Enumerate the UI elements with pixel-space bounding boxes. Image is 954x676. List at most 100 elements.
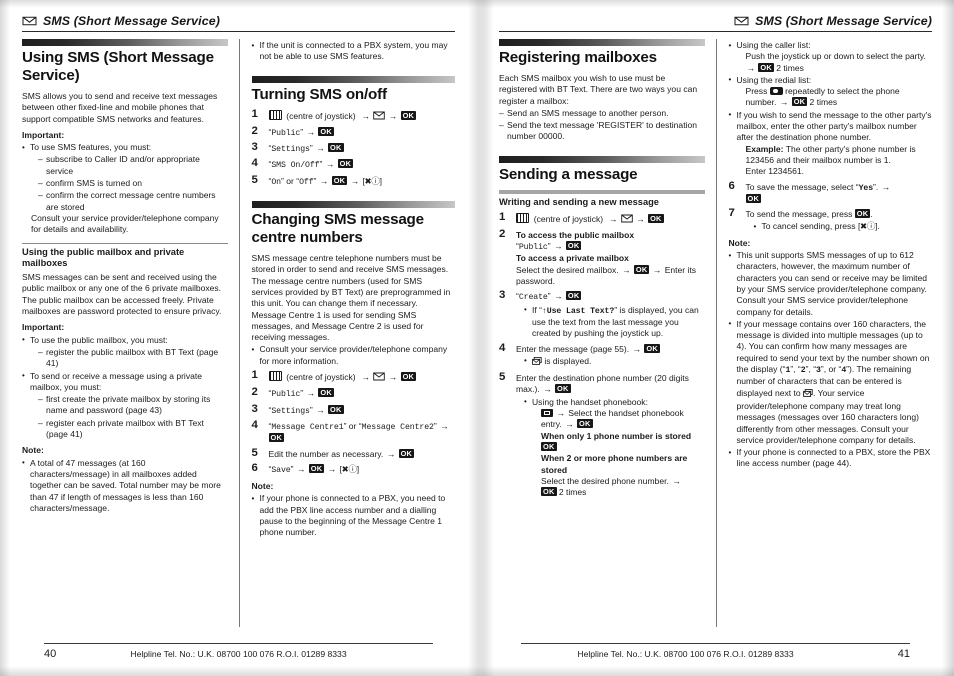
list-item: If your phone is connected to a PBX, sto…	[729, 447, 933, 470]
section-bar	[251, 75, 455, 83]
header-rule	[22, 31, 455, 32]
ok-key: OK	[565, 241, 582, 251]
cancel-bullet: To cancel sending, press [✖ⓘ].	[754, 221, 933, 233]
redial-icon	[769, 87, 783, 96]
important-bullet-list-2: To use the public mailbox, you must: reg…	[22, 334, 228, 441]
display-value: 4	[841, 366, 847, 376]
arrow-icon: →	[779, 97, 789, 108]
ok-key: OK	[398, 448, 415, 458]
menu-value: Message Centre1	[271, 422, 344, 432]
steps-changing-centre-numbers: (centre of joystick) → → OK “Public” → O…	[252, 370, 456, 476]
list-item: confirm SMS is turned on	[38, 178, 228, 190]
message-count-icon	[532, 356, 542, 369]
ok-key: OK	[541, 487, 557, 497]
ok-key: OK	[644, 343, 660, 353]
page-number: 40	[44, 648, 57, 660]
footer-helpline: Helpline Tel. No.: U.K. 08700 100 076 R.…	[130, 649, 347, 659]
body-paragraph-3: Message Centre 1 is used for sending SMS…	[251, 309, 424, 343]
page-left: SMS (Short Message Service) Using SMS (S…	[0, 0, 477, 676]
arrow-icon: →	[325, 159, 335, 170]
arrow-icon: →	[553, 241, 563, 252]
footer-helpline: Helpline Tel. No.: U.K. 08700 100 076 R.…	[577, 649, 794, 659]
register-dash-list: Send an SMS message to another person. S…	[499, 108, 705, 143]
footer-left: 40 Helpline Tel. No.: U.K. 08700 100 076…	[44, 643, 433, 660]
arrow-icon: →	[553, 291, 563, 302]
list-item: If “↑Use Last Text?” is displayed, you c…	[524, 304, 705, 340]
step-note-bullet: is displayed.	[524, 355, 705, 369]
right-page-column-1: Registering mailboxes Each SMS mailbox y…	[499, 39, 716, 627]
arrow-icon: →	[388, 372, 398, 383]
ok-key: OK	[758, 62, 774, 72]
note-bullet-list: A total of 47 messages (at 160 character…	[22, 457, 228, 514]
step-item: “SMS On/Off” → OK	[252, 158, 354, 171]
note-label: Note:	[728, 237, 751, 248]
list-item: If the unit is connected to a PBX system…	[252, 40, 456, 63]
menu-value: Public	[271, 390, 301, 400]
subsection-rule	[22, 242, 228, 244]
section-bar	[499, 39, 705, 46]
arrow-icon: →	[622, 264, 631, 275]
list-item: A total of 47 messages (at 160 character…	[22, 457, 228, 514]
step-item: “Message Centre1” or “Message Centre2” →…	[252, 420, 449, 443]
example-enter: Enter 1234561.	[745, 166, 804, 177]
list-item: Using the handset phonebook: → Select th…	[524, 396, 705, 499]
step-item: (centre of joystick) → → OK	[252, 370, 456, 384]
arrow-icon: →	[746, 62, 756, 73]
subsection-rule	[499, 189, 705, 194]
menu-value: Save	[271, 465, 291, 475]
display-value: 3	[816, 366, 821, 376]
phonebook-bullet: Using the handset phonebook: → Select th…	[524, 396, 705, 499]
arrow-icon: →	[440, 420, 449, 431]
left-page-column-1: Using SMS (Short Message Service) SMS al…	[22, 39, 239, 627]
arrow-icon: →	[632, 343, 641, 354]
intro-paragraph: SMS allows you to send and receive text …	[22, 91, 218, 124]
step-item: “Save” → OK → [✖ⓘ]	[252, 463, 360, 475]
note-bullet-list: If your phone is connected to a PBX, you…	[252, 493, 456, 538]
subheading-public-private-mailbox: Using the public mailbox and private mai…	[22, 246, 185, 269]
joystick-icon	[516, 212, 529, 223]
step-item: Enter the message (page 55). → OK is dis…	[499, 343, 705, 370]
list-item: is displayed.	[524, 355, 705, 369]
header-rule	[499, 31, 932, 32]
arrow-icon: →	[556, 408, 565, 419]
ok-key: OK	[318, 388, 334, 398]
section-bar	[499, 155, 705, 163]
list-item: To send or receive a message using a pri…	[22, 370, 228, 441]
arrow-icon: →	[306, 388, 316, 399]
menu-value: Create	[518, 293, 548, 303]
list-item: To cancel sending, press [✖ⓘ].	[754, 221, 933, 233]
list-item: If your message contains over 160 charac…	[729, 318, 933, 446]
joystick-icon	[268, 371, 282, 382]
ok-key: OK	[337, 159, 354, 169]
step-item: “On” or “Off” → OK → [✖ⓘ]	[252, 175, 383, 187]
arrow-icon: →	[319, 175, 329, 186]
menu-value: Settings	[271, 145, 310, 155]
step-note-bullet: If “↑Use Last Text?” is displayed, you c…	[524, 304, 705, 340]
step-item: To access the public mailbox “Public” → …	[499, 229, 705, 287]
menu-value: SMS On/Off	[271, 161, 320, 171]
envelope-icon	[373, 372, 386, 384]
list-item: Send the text message 'REGISTER' to dest…	[499, 120, 705, 143]
ok-key: OK	[328, 143, 344, 153]
menu-value: Public	[271, 128, 301, 138]
arrow-icon: →	[881, 181, 891, 192]
heading-registering-mailboxes: Registering mailboxes	[499, 49, 657, 66]
list-item: Using the redial list: Press repeatedly …	[729, 74, 933, 109]
ok-key: OK	[400, 110, 417, 120]
ok-key: OK	[318, 126, 334, 136]
display-prompt: ↑Use Last Text?	[541, 306, 615, 316]
off-hook-key: [✖ⓘ]	[362, 175, 382, 186]
columns-right-page: Registering mailboxes Each SMS mailbox y…	[499, 39, 932, 627]
envelope-icon	[621, 214, 633, 226]
arrow-icon: →	[388, 110, 398, 121]
ok-key: OK	[268, 433, 284, 443]
list-item: To use the public mailbox, you must: reg…	[22, 334, 228, 370]
arrow-icon: →	[316, 143, 325, 154]
subheading-writing-sending: Writing and sending a new message	[499, 196, 659, 207]
arrow-icon: →	[543, 384, 552, 395]
heading-sending-a-message: Sending a message	[499, 165, 638, 183]
page-right: SMS (Short Message Service) Registering …	[477, 0, 954, 676]
arrow-icon: →	[361, 372, 370, 383]
arrow-icon: →	[327, 463, 337, 474]
joystick-icon	[268, 109, 282, 120]
